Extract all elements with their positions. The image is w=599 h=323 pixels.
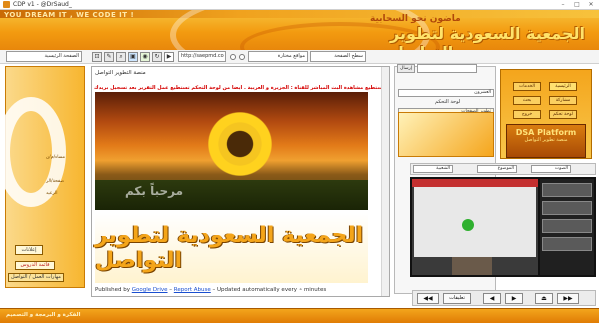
maximize-button[interactable]: □	[571, 1, 583, 9]
sort-select[interactable]: الشعبية	[413, 165, 453, 173]
logo-image: الجمعية السعودية لتطوير التواصل	[95, 213, 368, 283]
dsa-subtitle: منصة تطوير التواصل	[524, 137, 568, 143]
home-icon-button[interactable]: ⏏	[535, 293, 553, 304]
video-thumbnail[interactable]	[542, 183, 592, 197]
next-button[interactable]: ▶	[505, 293, 523, 304]
welcome-text: مرحباً بكم	[125, 184, 184, 198]
refresh-icon[interactable]: ↻	[152, 52, 162, 62]
control-button[interactable]: لوحة تحكم	[549, 110, 577, 119]
gold-panel	[398, 112, 494, 157]
audio-select[interactable]: الصوت	[531, 165, 571, 173]
search-input[interactable]: الصفحة الرئيسية	[6, 51, 82, 62]
window-title: CDP v1 - @DrSaud_	[13, 1, 72, 8]
globe-icon[interactable]: ◉	[140, 52, 150, 62]
first-button[interactable]: ◀◀	[417, 293, 439, 304]
banner-tagline: ماضون نحو السحابية	[370, 14, 461, 24]
dsa-title: DSA Platform	[515, 128, 577, 137]
report-abuse-link[interactable]: Report Abuse	[174, 287, 211, 293]
comments-button[interactable]: تعليقات	[443, 293, 471, 304]
left-text-line: مساء/م/ن	[46, 155, 66, 160]
notice-text: الآن تستطيع مشاهدة البث المباشر للقناة :…	[94, 85, 387, 91]
image-icon[interactable]: ▣	[128, 52, 138, 62]
logo-text: الجمعية السعودية لتطوير التواصل	[95, 223, 364, 273]
banner-logo-name: الجمعية السعودية لتطوير التواصل	[390, 24, 586, 50]
video-thumbnail[interactable]	[542, 201, 592, 215]
video-player[interactable]	[410, 177, 596, 277]
share-button[interactable]: مشاركة	[549, 96, 577, 105]
app-icon	[3, 1, 10, 8]
prev-button[interactable]: ◀	[483, 293, 501, 304]
left-text-line: صفحة/الر	[46, 179, 65, 184]
green-badge-icon	[462, 219, 474, 231]
credits-text: الفكرة و البرمجة و التصميم	[6, 312, 81, 318]
skills-link[interactable]: مهارات العمل / التواصل	[8, 273, 64, 282]
toolbar: الصفحة الرئيسية ⊡ ✎ ⌕ ▣ ◉ ↻ ▶ http://sae…	[0, 50, 599, 64]
sunflower-image: مرحباً بكم	[95, 92, 368, 210]
page-subtitle: منصة التطوير التواصل	[95, 70, 146, 76]
search-button[interactable]: بحث	[513, 96, 541, 105]
zoom-select[interactable]: سطح الصفحة	[310, 51, 366, 62]
embed-footer: Published by Google Drive – Report Abuse…	[95, 287, 327, 293]
control-label: لوحة التحكم	[435, 99, 461, 105]
video-icon[interactable]: ▶	[164, 52, 174, 62]
services-button[interactable]: الخدمات	[513, 82, 541, 91]
lessons-button[interactable]: قائمة الدروس	[15, 261, 55, 270]
google-drive-link[interactable]: Google Drive	[132, 287, 168, 293]
header-banner: YOU DREAM IT , WE CODE IT ! ماضون نحو ال…	[0, 10, 599, 50]
top-input[interactable]	[417, 64, 477, 73]
lock-icon[interactable]: ⊡	[92, 52, 102, 62]
bottom-navigation: ◀◀ تعليقات ◀ ▶ ⏏ ▶▶	[412, 290, 596, 306]
video-thumbnail[interactable]	[542, 219, 592, 233]
video-controls: الشعبية الموضوع الصوت	[410, 163, 596, 175]
scrollbar[interactable]	[381, 67, 389, 296]
radio-button[interactable]	[230, 54, 236, 60]
last-button[interactable]: ▶▶	[557, 293, 579, 304]
title-bar: CDP v1 - @DrSaud_ – □ ✕	[0, 0, 599, 10]
dsa-platform-logo: DSA Platform منصة تطوير التواصل	[506, 124, 586, 158]
ads-button[interactable]: إعلانات	[15, 245, 43, 255]
left-text-line: الرعيد	[46, 191, 58, 196]
exit-button[interactable]: خروج	[513, 110, 541, 119]
banner-slogan: YOU DREAM IT , WE CODE IT !	[4, 11, 135, 19]
channel-select[interactable]: العشرون	[398, 89, 494, 97]
tool-icon[interactable]: ✎	[104, 52, 114, 62]
close-button[interactable]: ✕	[585, 1, 597, 9]
zoom-icon[interactable]: ⌕	[116, 52, 126, 62]
left-panel: مساء/م/ن صفحة/الر الرعيد إعلانات قائمة ا…	[0, 66, 85, 288]
status-bar: الفكرة و البرمجة و التصميم	[0, 308, 599, 323]
sites-select[interactable]: مواقع مختارة	[248, 51, 308, 62]
thumbnail[interactable]	[452, 257, 492, 275]
main-content: منصة التطوير التواصل الآن تستطيع مشاهدة …	[91, 66, 390, 297]
home-button[interactable]: الرئيسية	[549, 82, 577, 91]
minimize-button[interactable]: –	[557, 1, 569, 9]
topic-select[interactable]: الموضوع	[477, 165, 517, 173]
url-input[interactable]: http://saepmd.co	[178, 51, 226, 62]
video-thumbnail[interactable]	[542, 237, 592, 251]
send-button[interactable]: إرسال	[397, 64, 415, 73]
radio-button[interactable]	[239, 54, 245, 60]
